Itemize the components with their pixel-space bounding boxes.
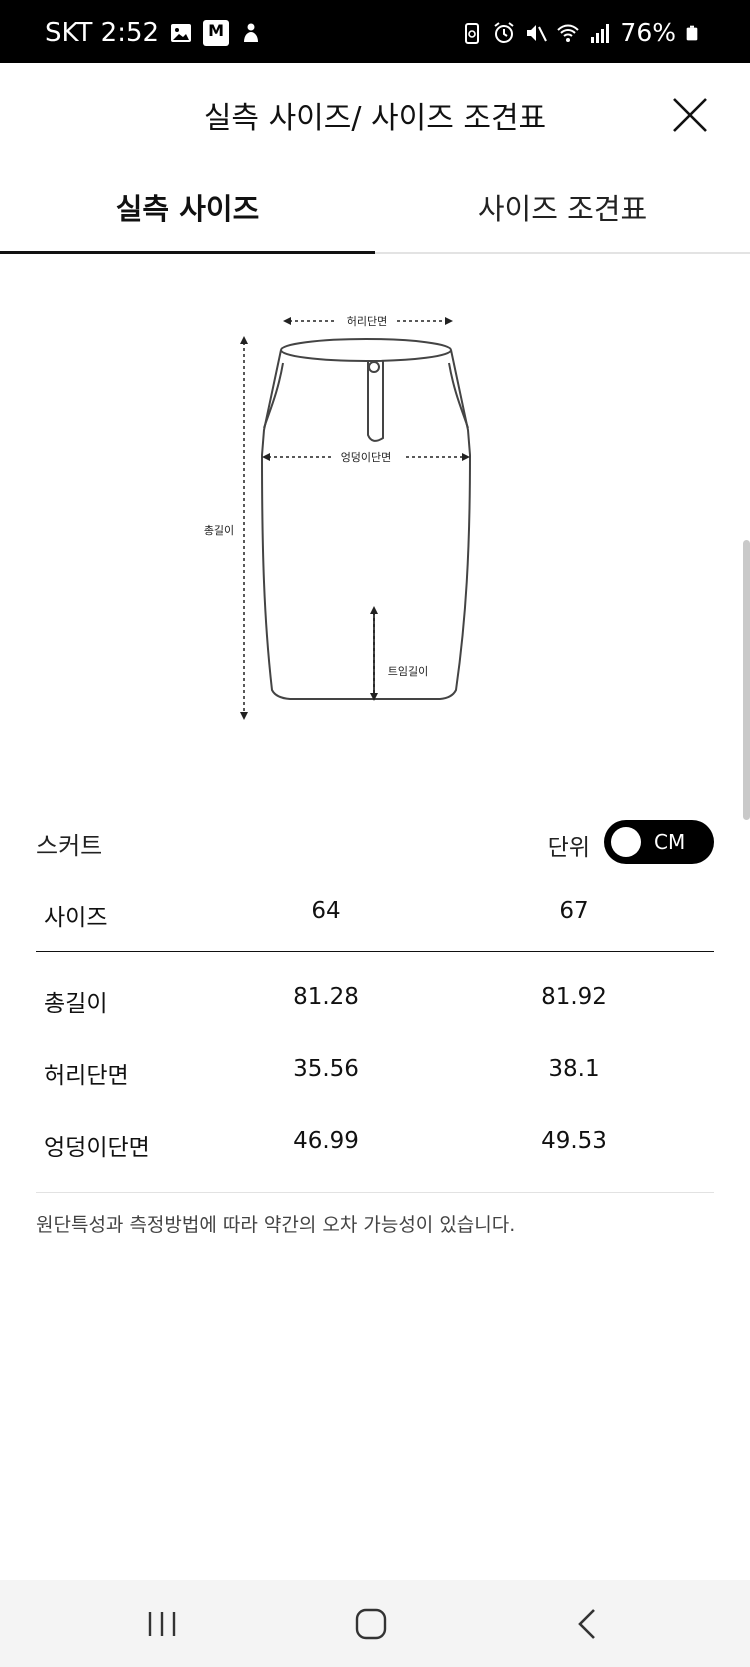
table-row: 엉덩이단면 46.99 49.53	[36, 1110, 714, 1182]
category-title: 스커트	[36, 832, 103, 860]
tab-bar: 실측 사이즈 사이즈 조견표	[0, 170, 750, 254]
alarm-icon	[494, 21, 515, 43]
system-nav-bar	[0, 1580, 750, 1667]
modal-header: 실측 사이즈/ 사이즈 조견표	[0, 63, 750, 163]
row-value: 46.99	[293, 1128, 359, 1154]
row-value: 49.53	[541, 1128, 607, 1154]
slit-label: 트임길이	[388, 665, 428, 678]
hip-label: 엉덩이단면	[341, 451, 392, 464]
row-value: 35.56	[293, 1056, 359, 1082]
tab-actual-size[interactable]: 실측 사이즈	[0, 186, 375, 228]
scrollbar[interactable]	[743, 540, 750, 820]
tab-size-chart[interactable]: 사이즈 조견표	[375, 186, 750, 228]
row-label: 엉덩이단면	[44, 1135, 150, 1161]
size-table: 사이즈 64 67 총길이 81.28 81.92 허리단면 35.56 38.…	[36, 880, 714, 1182]
header-size-64: 64	[311, 898, 341, 924]
row-value: 81.92	[541, 984, 607, 1010]
table-header-row: 사이즈 64 67	[36, 880, 714, 952]
page-title: 실측 사이즈/ 사이즈 조견표	[203, 101, 547, 136]
skirt-outline	[260, 338, 472, 700]
battery-icon	[686, 25, 698, 40]
back-icon[interactable]	[568, 1606, 608, 1642]
recent-apps-icon[interactable]	[142, 1606, 182, 1642]
size-section-header: 스커트 단위 CM	[36, 820, 714, 866]
close-icon[interactable]	[668, 93, 712, 137]
signal-icon	[591, 23, 610, 43]
hip-dimension: 엉덩이단면	[262, 448, 470, 464]
mute-icon	[527, 24, 548, 41]
skirt-measurement-diagram: 허리단면 엉덩이단면 총길이 트임길이	[204, 312, 472, 720]
toggle-knob	[611, 827, 641, 857]
active-tab-indicator	[0, 251, 375, 254]
row-value: 81.28	[293, 984, 359, 1010]
length-dimension: 총길이	[204, 336, 248, 720]
row-label: 허리단면	[44, 1063, 129, 1089]
header-size-label: 사이즈	[44, 905, 108, 931]
header-size-67: 67	[559, 898, 589, 924]
status-right: 76%	[460, 18, 700, 47]
measurement-notice: 원단특성과 측정방법에 따라 약간의 오차 가능성이 있습니다.	[36, 1214, 516, 1236]
table-divider	[36, 1192, 714, 1193]
table-row: 허리단면 35.56 38.1	[36, 1038, 714, 1110]
unit-value: CM	[654, 830, 686, 854]
length-label: 총길이	[204, 524, 234, 537]
unit-toggle[interactable]: CM	[604, 820, 714, 864]
gallery-icon	[171, 24, 192, 42]
home-icon[interactable]	[351, 1606, 391, 1642]
row-label: 총길이	[44, 991, 108, 1017]
carrier-time: SKT 2:52	[45, 18, 160, 48]
stock-app-icon: M	[203, 20, 230, 46]
status-left: SKT 2:52 M	[45, 18, 263, 48]
table-row: 총길이 81.28 81.92	[36, 966, 714, 1038]
waist-dimension: 허리단면	[283, 312, 453, 328]
unit-label: 단위	[547, 835, 590, 861]
person-notification-icon	[244, 23, 259, 42]
battery-percent: 76%	[620, 18, 676, 47]
waist-label: 허리단면	[347, 315, 387, 328]
wifi-icon	[557, 24, 580, 42]
status-bar: SKT 2:52 M 76%	[0, 0, 750, 63]
battery-saver-icon	[465, 22, 480, 44]
row-value: 38.1	[548, 1056, 600, 1082]
slit-dimension: 트임길이	[370, 606, 428, 701]
